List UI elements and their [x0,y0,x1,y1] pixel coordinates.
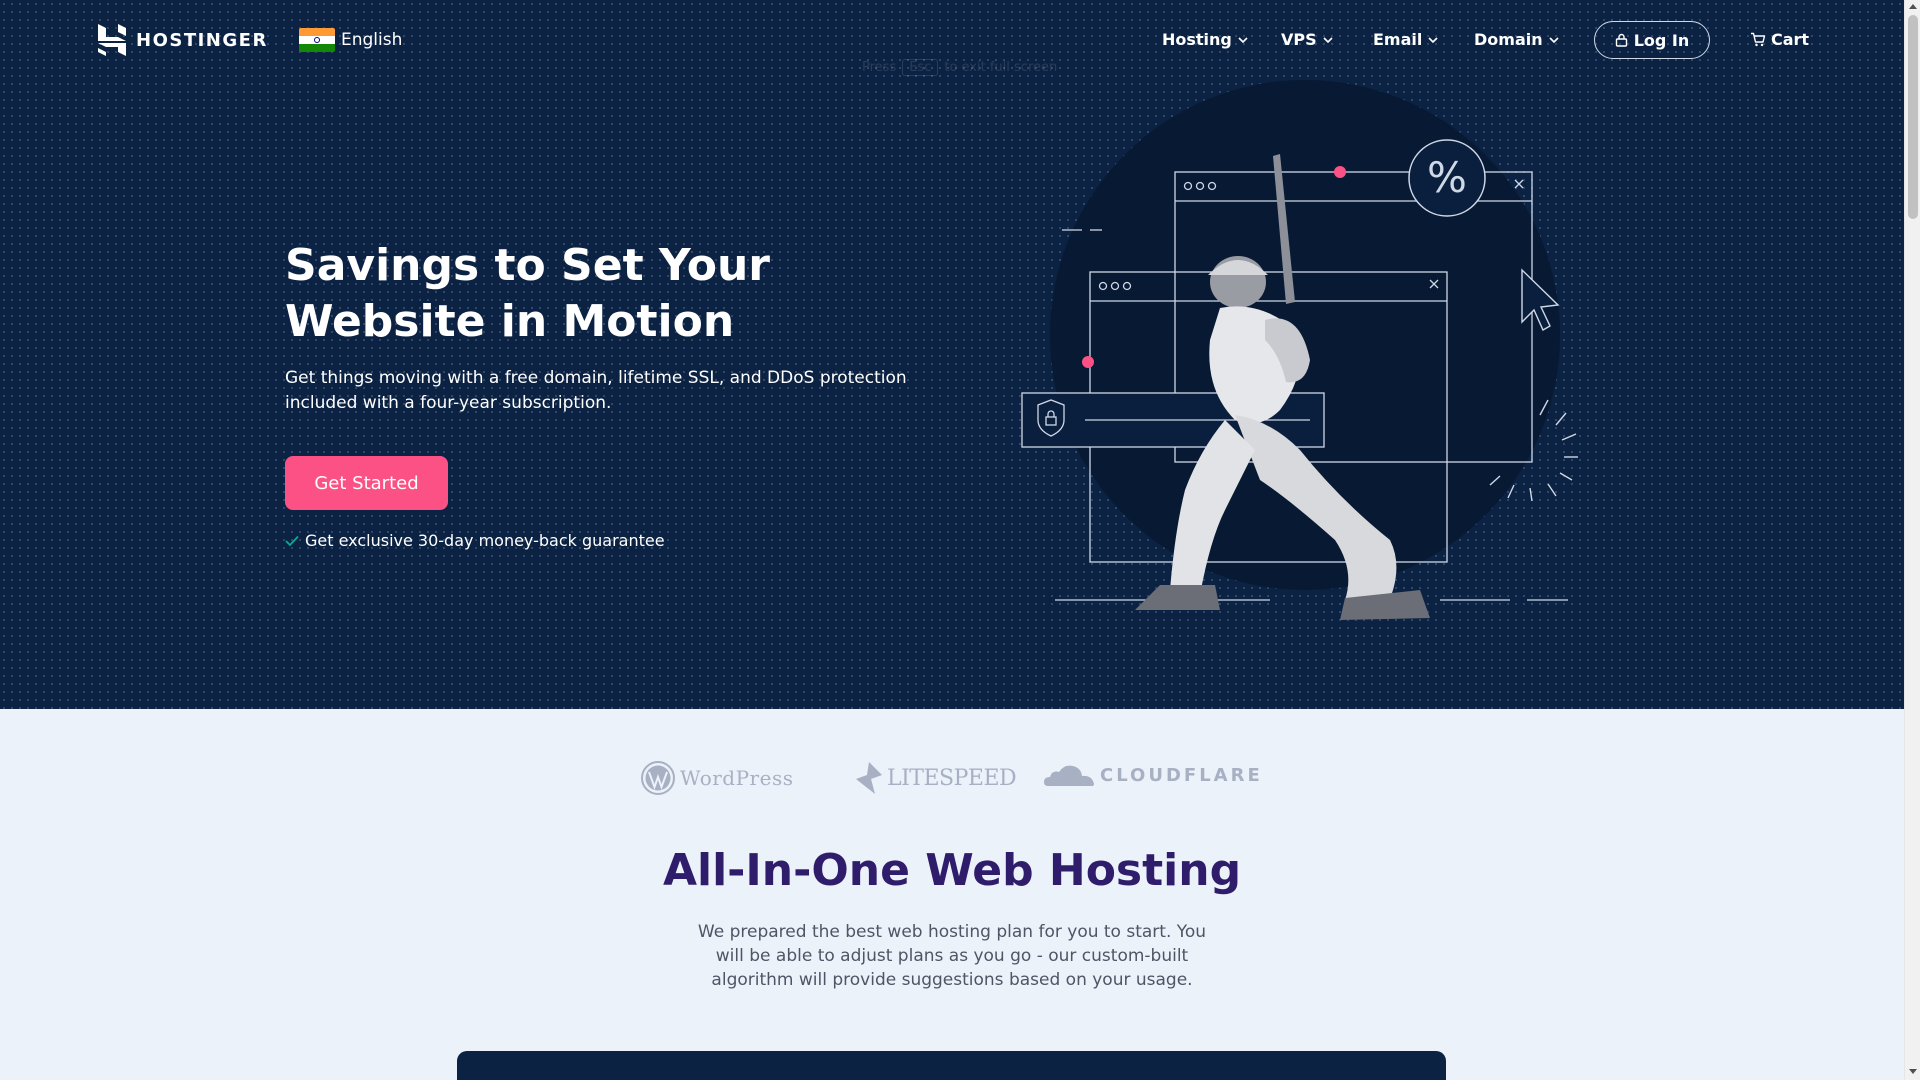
guarantee-note: Get exclusive 30-day money-back guarante… [285,531,665,550]
wordpress-logo: WordPress [640,760,793,796]
language-selector[interactable]: English [299,28,402,52]
page-scrollbar[interactable] [1904,0,1920,1080]
litespeed-icon [856,762,882,794]
nav-hosting[interactable]: Hosting [1162,30,1248,49]
guarantee-text: Get exclusive 30-day money-back guarante… [305,531,665,550]
section-description: We prepared the best web hosting plan fo… [697,922,1207,990]
wordpress-icon [641,761,675,795]
fullscreen-hint-prefix: Press [862,60,897,75]
nav-email-label: Email [1373,30,1423,49]
page: HOSTINGER English Press Esc to exit full… [0,0,1904,1080]
wordpress-label: WordPress [680,766,794,790]
brand-logo[interactable]: HOSTINGER [98,24,268,56]
cart-link[interactable]: Cart [1750,30,1809,49]
litespeed-label: LITESPEED [887,765,1017,791]
chevron-down-icon [1549,36,1559,43]
chevron-down-icon [1238,36,1248,43]
percent-symbol: % [1427,153,1467,202]
nav-vps[interactable]: VPS [1281,30,1333,49]
pricing-card-top [457,1051,1446,1080]
brand-name: HOSTINGER [136,29,268,51]
partner-logos: WordPress LITESPEED CLOUDFLARE [640,756,1280,800]
hostinger-logo-icon [98,24,126,56]
chevron-down-icon [1323,36,1333,43]
cloudflare-label: CLOUDFLARE [1100,764,1263,786]
india-flag-icon [299,28,335,52]
login-button[interactable]: Log In [1594,21,1710,59]
litespeed-logo: LITESPEED [855,761,1017,795]
nav-email[interactable]: Email [1373,30,1438,49]
nav-domain[interactable]: Domain [1474,30,1559,49]
get-started-button[interactable]: Get Started [285,456,448,510]
hero-section: HOSTINGER English Press Esc to exit full… [0,0,1904,709]
chevron-down-icon [1428,36,1438,43]
check-icon [285,535,299,546]
cart-label: Cart [1771,30,1810,49]
login-label: Log In [1633,30,1690,50]
fullscreen-hint-key: Esc [902,59,939,76]
hero-subtitle: Get things moving with a free domain, li… [285,368,907,413]
lock-icon [1615,33,1627,47]
hero-illustration: % [1021,80,1578,620]
section-title: All-In-One Web Hosting [662,845,1242,896]
cloudflare-logo: CLOUDFLARE [1042,760,1263,790]
scroll-thumb[interactable] [1908,15,1918,219]
nav-domain-label: Domain [1474,30,1543,49]
nav-hosting-label: Hosting [1162,30,1232,49]
cart-icon [1751,32,1766,47]
hero-title: Savings to Set Your Website in Motion [285,240,771,347]
nav-vps-label: VPS [1281,30,1317,49]
scroll-down-arrow-icon[interactable] [1909,1069,1917,1074]
language-label: English [341,30,403,50]
scroll-up-arrow-icon[interactable] [1909,4,1917,9]
cloudflare-icon [1044,765,1094,786]
